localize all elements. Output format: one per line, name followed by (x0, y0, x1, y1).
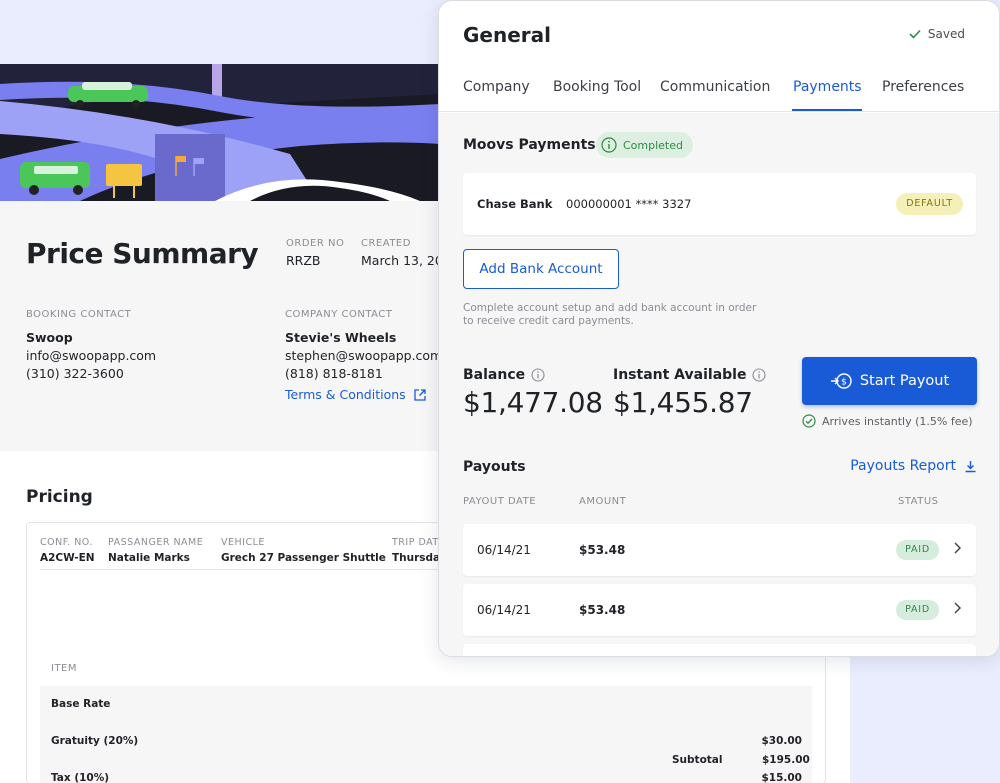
payments-content: Moovs Payments Completed Chase Bank 0000… (439, 113, 999, 656)
instant-label-group: Instant Available (613, 367, 767, 383)
passenger-label: PASSANGER NAME (108, 537, 204, 548)
tab-preferences[interactable]: Preferences (882, 79, 964, 95)
balance-label-group: Balance (463, 367, 545, 383)
price-summary-title: Price Summary (26, 237, 259, 270)
conf-no-value: A2CW-EN (40, 552, 95, 564)
item-name: Tax (10%) (51, 772, 110, 783)
payouts-report-link[interactable]: Payouts Report (850, 458, 977, 474)
booking-contact: BOOKING CONTACT Swoop info@swoopapp.com … (26, 309, 156, 381)
tab-communication[interactable]: Communication (660, 79, 770, 95)
company-contact-phone: (818) 818-8181 (285, 366, 383, 381)
col-status: STATUS (898, 496, 939, 507)
arrives-note: Arrives instantly (1.5% fee) (802, 414, 973, 428)
payout-icon: $ (830, 373, 852, 389)
external-link-icon (414, 388, 426, 401)
active-tab-indicator (792, 109, 862, 111)
panel-title: General (463, 23, 551, 47)
item-name: Base Rate (51, 698, 111, 710)
moovs-payments-title: Moovs Payments (463, 137, 596, 153)
general-settings-panel: General Saved Company Booking Tool Commu… (438, 0, 1000, 657)
start-payout-button[interactable]: $ Start Payout (802, 357, 977, 405)
item-name: Gratuity (20%) (51, 735, 139, 747)
payout-amount: $53.48 (579, 603, 626, 617)
order-no-value: RRZB (286, 253, 321, 268)
svg-text:$: $ (841, 378, 847, 388)
item-amount: $30.00 (761, 735, 802, 747)
subtotal-value: $195.00 (762, 754, 810, 766)
paid-badge: PAID (896, 540, 939, 560)
payout-row[interactable]: 06/14/21 $53.48 PAID (463, 584, 976, 636)
setup-helper-text: Complete account setup and add bank acco… (463, 302, 757, 327)
tab-company[interactable]: Company (463, 79, 530, 95)
item-label: ITEM (51, 663, 78, 674)
col-payout-date: PAYOUT DATE (463, 496, 537, 507)
info-icon (601, 137, 617, 153)
bank-account-card[interactable]: Chase Bank 000000001 **** 3327 DEFAULT (463, 173, 976, 235)
vehicle-value: Grech 27 Passenger Shuttle (221, 552, 386, 564)
arrives-text: Arrives instantly (1.5% fee) (822, 414, 973, 428)
terms-link[interactable]: Terms & Conditions (285, 387, 442, 402)
info-icon[interactable] (752, 368, 767, 382)
company-contact-name: Stevie's Wheels (285, 330, 397, 345)
completed-badge: Completed (596, 132, 693, 158)
booking-contact-label: BOOKING CONTACT (26, 309, 132, 320)
instant-available-value: $1,455.87 (613, 386, 753, 419)
payout-date: 06/14/21 (477, 543, 531, 557)
terms-link-label: Terms & Conditions (285, 387, 406, 402)
saved-indicator: Saved (909, 27, 965, 41)
conf-no-field: CONF. NO. A2CW-EN (40, 537, 95, 564)
check-icon (909, 29, 921, 39)
settings-tabs: Company Booking Tool Communication Payme… (439, 75, 999, 112)
chevron-right-icon[interactable] (952, 601, 962, 615)
saved-label: Saved (927, 27, 965, 41)
subtotal-label: Subtotal (672, 754, 723, 766)
booking-contact-phone: (310) 322-3600 (26, 366, 124, 381)
download-icon (965, 460, 976, 472)
vehicle-label: VEHICLE (221, 537, 265, 548)
item-table: Base Rate Gratuity (20%) $30.00 Tax (10%… (40, 686, 812, 783)
item-amount: $15.00 (761, 772, 802, 783)
default-badge: DEFAULT (896, 193, 963, 215)
passenger-field: PASSANGER NAME Natalie Marks (108, 537, 203, 564)
payouts-title: Payouts (463, 459, 526, 475)
start-payout-label: Start Payout (859, 373, 950, 389)
pricing-title: Pricing (26, 487, 93, 507)
col-amount: AMOUNT (579, 496, 627, 507)
chevron-right-icon[interactable] (952, 541, 962, 555)
item-row: Base Rate (40, 686, 812, 723)
bank-name: Chase Bank (477, 197, 553, 211)
paid-badge: PAID (896, 600, 939, 620)
balance-label: Balance (463, 367, 526, 383)
order-no-label: ORDER NO (286, 238, 345, 249)
payouts-report-label: Payouts Report (850, 458, 956, 474)
company-contact-email: stephen@swoopapp.com (285, 348, 443, 363)
payout-row[interactable] (463, 644, 976, 656)
tab-booking-tool[interactable]: Booking Tool (553, 79, 641, 95)
instant-available-label: Instant Available (613, 367, 747, 383)
payout-date: 06/14/21 (477, 603, 531, 617)
vehicle-field: VEHICLE Grech 27 Passenger Shuttle (221, 537, 386, 564)
conf-no-label: CONF. NO. (40, 537, 93, 548)
company-contact: COMPANY CONTACT Stevie's Wheels stephen@… (285, 309, 442, 402)
payout-row[interactable]: 06/14/21 $53.48 PAID (463, 524, 976, 576)
booking-contact-name: Swoop (26, 330, 73, 345)
company-contact-label: COMPANY CONTACT (285, 309, 393, 320)
booking-contact-email: info@swoopapp.com (26, 348, 157, 363)
tab-payments[interactable]: Payments (793, 79, 862, 95)
check-circle-icon (802, 414, 816, 428)
payout-amount: $53.48 (579, 543, 626, 557)
add-bank-account-button[interactable]: Add Bank Account (463, 249, 619, 289)
bank-account-number: 000000001 **** 3327 (566, 197, 692, 211)
info-icon[interactable] (531, 368, 545, 382)
balance-value: $1,477.08 (463, 386, 603, 419)
order-no-field: ORDER NO RRZB (286, 238, 344, 268)
passenger-value: Natalie Marks (108, 552, 190, 564)
completed-badge-label: Completed (623, 138, 683, 152)
